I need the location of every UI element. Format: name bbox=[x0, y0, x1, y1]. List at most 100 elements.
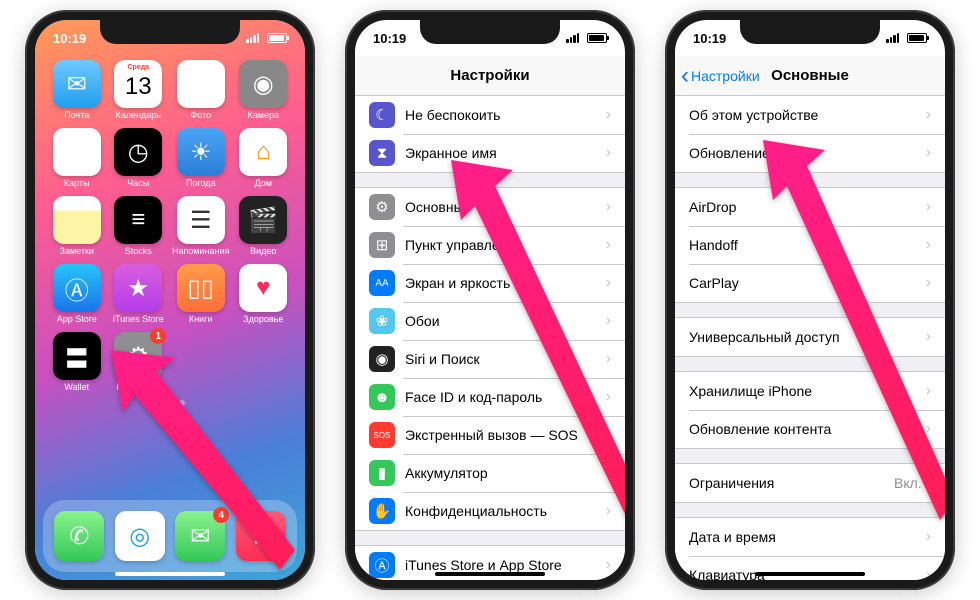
row-date-time[interactable]: Дата и время› bbox=[675, 518, 945, 556]
row-label: Экранное имя bbox=[405, 145, 606, 161]
chevron-right-icon: › bbox=[926, 528, 931, 546]
dock-music[interactable]: ♫ bbox=[236, 511, 286, 561]
app-videos[interactable]: 🎬Видео bbox=[235, 196, 291, 256]
app-label: Погода bbox=[186, 178, 216, 188]
battery-icon bbox=[587, 33, 607, 43]
row-label: Обновление ПО bbox=[689, 145, 926, 161]
chevron-right-icon: › bbox=[606, 274, 611, 292]
battery-icon bbox=[907, 33, 927, 43]
status-time: 10:19 bbox=[373, 31, 406, 46]
app-stocks[interactable]: ≡Stocks bbox=[111, 196, 167, 256]
row-faceid[interactable]: ☻Face ID и код-пароль› bbox=[355, 378, 625, 416]
row-screen-time[interactable]: ⧗Экранное имя› bbox=[355, 134, 625, 172]
app-label: iTunes Store bbox=[113, 314, 164, 324]
row-carplay[interactable]: CarPlay› bbox=[675, 264, 945, 302]
row-privacy[interactable]: ✋Конфиденциальность› bbox=[355, 492, 625, 530]
row-label: Конфиденциальность bbox=[405, 503, 606, 519]
app-mail[interactable]: ✉︎Почта bbox=[49, 60, 105, 120]
home-indicator[interactable] bbox=[115, 572, 225, 576]
row-label: Основные bbox=[405, 199, 606, 215]
settings-list[interactable]: ☾Не беспокоить›⧗Экранное имя›⚙︎Основные›… bbox=[355, 96, 625, 580]
app-label: Камера bbox=[248, 110, 279, 120]
app-wallet[interactable]: 〓Wallet bbox=[49, 332, 105, 392]
health-icon: ♥︎ bbox=[239, 264, 287, 312]
app-photos[interactable]: ✿Фото bbox=[172, 60, 229, 120]
app-label: Часы bbox=[127, 178, 149, 188]
control-center-icon: ⊞ bbox=[369, 232, 395, 258]
chevron-right-icon: › bbox=[926, 236, 931, 254]
home-indicator[interactable] bbox=[755, 572, 865, 576]
display-icon: AA bbox=[369, 270, 395, 296]
row-display[interactable]: AA Экран и яркость› bbox=[355, 264, 625, 302]
appstore-icon: Ⓐ bbox=[53, 264, 101, 312]
app-itunes[interactable]: ★iTunes Store bbox=[111, 264, 167, 324]
dock-safari[interactable]: ◎ bbox=[115, 511, 165, 561]
row-sos[interactable]: SOSЭкстренный вызов — SOS› bbox=[355, 416, 625, 454]
battery-icon bbox=[267, 33, 287, 43]
row-handoff[interactable]: Handoff› bbox=[675, 226, 945, 264]
row-restrictions[interactable]: ОграниченияВкл.› bbox=[675, 464, 945, 502]
row-detail: Вкл. bbox=[894, 475, 922, 491]
row-battery[interactable]: ▮Аккумулятор› bbox=[355, 454, 625, 492]
app-clock[interactable]: ◷Часы bbox=[111, 128, 167, 188]
nav-bar: Настройки Основные bbox=[675, 56, 945, 96]
app-health[interactable]: ♥︎Здоровье bbox=[235, 264, 291, 324]
chevron-right-icon: › bbox=[926, 420, 931, 438]
app-home[interactable]: ⌂Дом bbox=[235, 128, 291, 188]
mail-icon: ✉︎ bbox=[53, 60, 101, 108]
row-label: Хранилище iPhone bbox=[689, 383, 926, 399]
general-list[interactable]: Об этом устройстве›Обновление ПО›AirDrop… bbox=[675, 96, 945, 580]
weather-icon: ☀︎ bbox=[177, 128, 225, 176]
row-siri[interactable]: ◉Siri и Поиск› bbox=[355, 340, 625, 378]
itunes-appstore-icon: Ⓐ bbox=[369, 552, 395, 578]
cellular-icon bbox=[246, 33, 259, 43]
page-indicator[interactable] bbox=[35, 400, 305, 406]
row-do-not-disturb[interactable]: ☾Не беспокоить› bbox=[355, 96, 625, 134]
row-storage[interactable]: Хранилище iPhone› bbox=[675, 372, 945, 410]
faceid-icon: ☻ bbox=[369, 384, 395, 410]
status-time: 10:19 bbox=[693, 31, 726, 46]
row-airdrop[interactable]: AirDrop› bbox=[675, 188, 945, 226]
app-reminders[interactable]: ☰Напоминания bbox=[172, 196, 229, 256]
notch bbox=[420, 20, 560, 44]
app-appstore[interactable]: ⒶApp Store bbox=[49, 264, 105, 324]
home-indicator[interactable] bbox=[435, 572, 545, 576]
app-weather[interactable]: ☀︎ Погода bbox=[172, 128, 229, 188]
app-notes[interactable]: Заметки bbox=[49, 196, 105, 256]
general-icon: ⚙︎ bbox=[369, 194, 395, 220]
app-settings[interactable]: ⚙︎1Настройки bbox=[111, 332, 167, 392]
app-camera[interactable]: ◉Камера bbox=[235, 60, 291, 120]
app-maps[interactable]: ⌖Карты bbox=[49, 128, 105, 188]
row-label: Ограничения bbox=[689, 475, 894, 491]
chevron-right-icon: › bbox=[606, 144, 611, 162]
nav-bar: Настройки bbox=[355, 56, 625, 96]
row-about[interactable]: Об этом устройстве› bbox=[675, 96, 945, 134]
row-label: Пункт управления bbox=[405, 237, 606, 253]
app-books[interactable]: ▯▯Книги bbox=[172, 264, 229, 324]
phone-home-screen: 10:19 ✉︎ПочтаСреда13Календарь✿Фото◉Камер… bbox=[25, 10, 315, 590]
settings-icon: ⚙︎1 bbox=[114, 332, 162, 380]
dock-phone[interactable]: ✆ bbox=[54, 511, 104, 561]
nav-title: Настройки bbox=[450, 67, 529, 84]
videos-icon: 🎬 bbox=[239, 196, 287, 244]
row-label: Экран и яркость bbox=[405, 275, 606, 291]
app-label: Книги bbox=[189, 314, 213, 324]
row-general[interactable]: ⚙︎ Основные› bbox=[355, 188, 625, 226]
row-label: Обновление контента bbox=[689, 421, 926, 437]
back-button[interactable]: Настройки bbox=[681, 68, 760, 84]
dock-messages[interactable]: ✉︎4 bbox=[175, 511, 225, 561]
chevron-right-icon: › bbox=[606, 464, 611, 482]
row-label: CarPlay bbox=[689, 275, 926, 291]
maps-icon: ⌖ bbox=[53, 128, 101, 176]
row-wallpaper[interactable]: ❀Обои› bbox=[355, 302, 625, 340]
row-accessibility[interactable]: Универсальный доступ› bbox=[675, 318, 945, 356]
row-control-center[interactable]: ⊞Пункт управления› bbox=[355, 226, 625, 264]
chevron-right-icon: › bbox=[606, 198, 611, 216]
row-background-refresh[interactable]: Обновление контента› bbox=[675, 410, 945, 448]
row-software-update[interactable]: Обновление ПО› bbox=[675, 134, 945, 172]
do-not-disturb-icon: ☾ bbox=[369, 102, 395, 128]
row-keyboard[interactable]: Клавиатура› bbox=[675, 556, 945, 580]
siri-icon: ◉ bbox=[369, 346, 395, 372]
app-calendar[interactable]: Среда13Календарь bbox=[111, 60, 167, 120]
chevron-right-icon: › bbox=[926, 274, 931, 292]
